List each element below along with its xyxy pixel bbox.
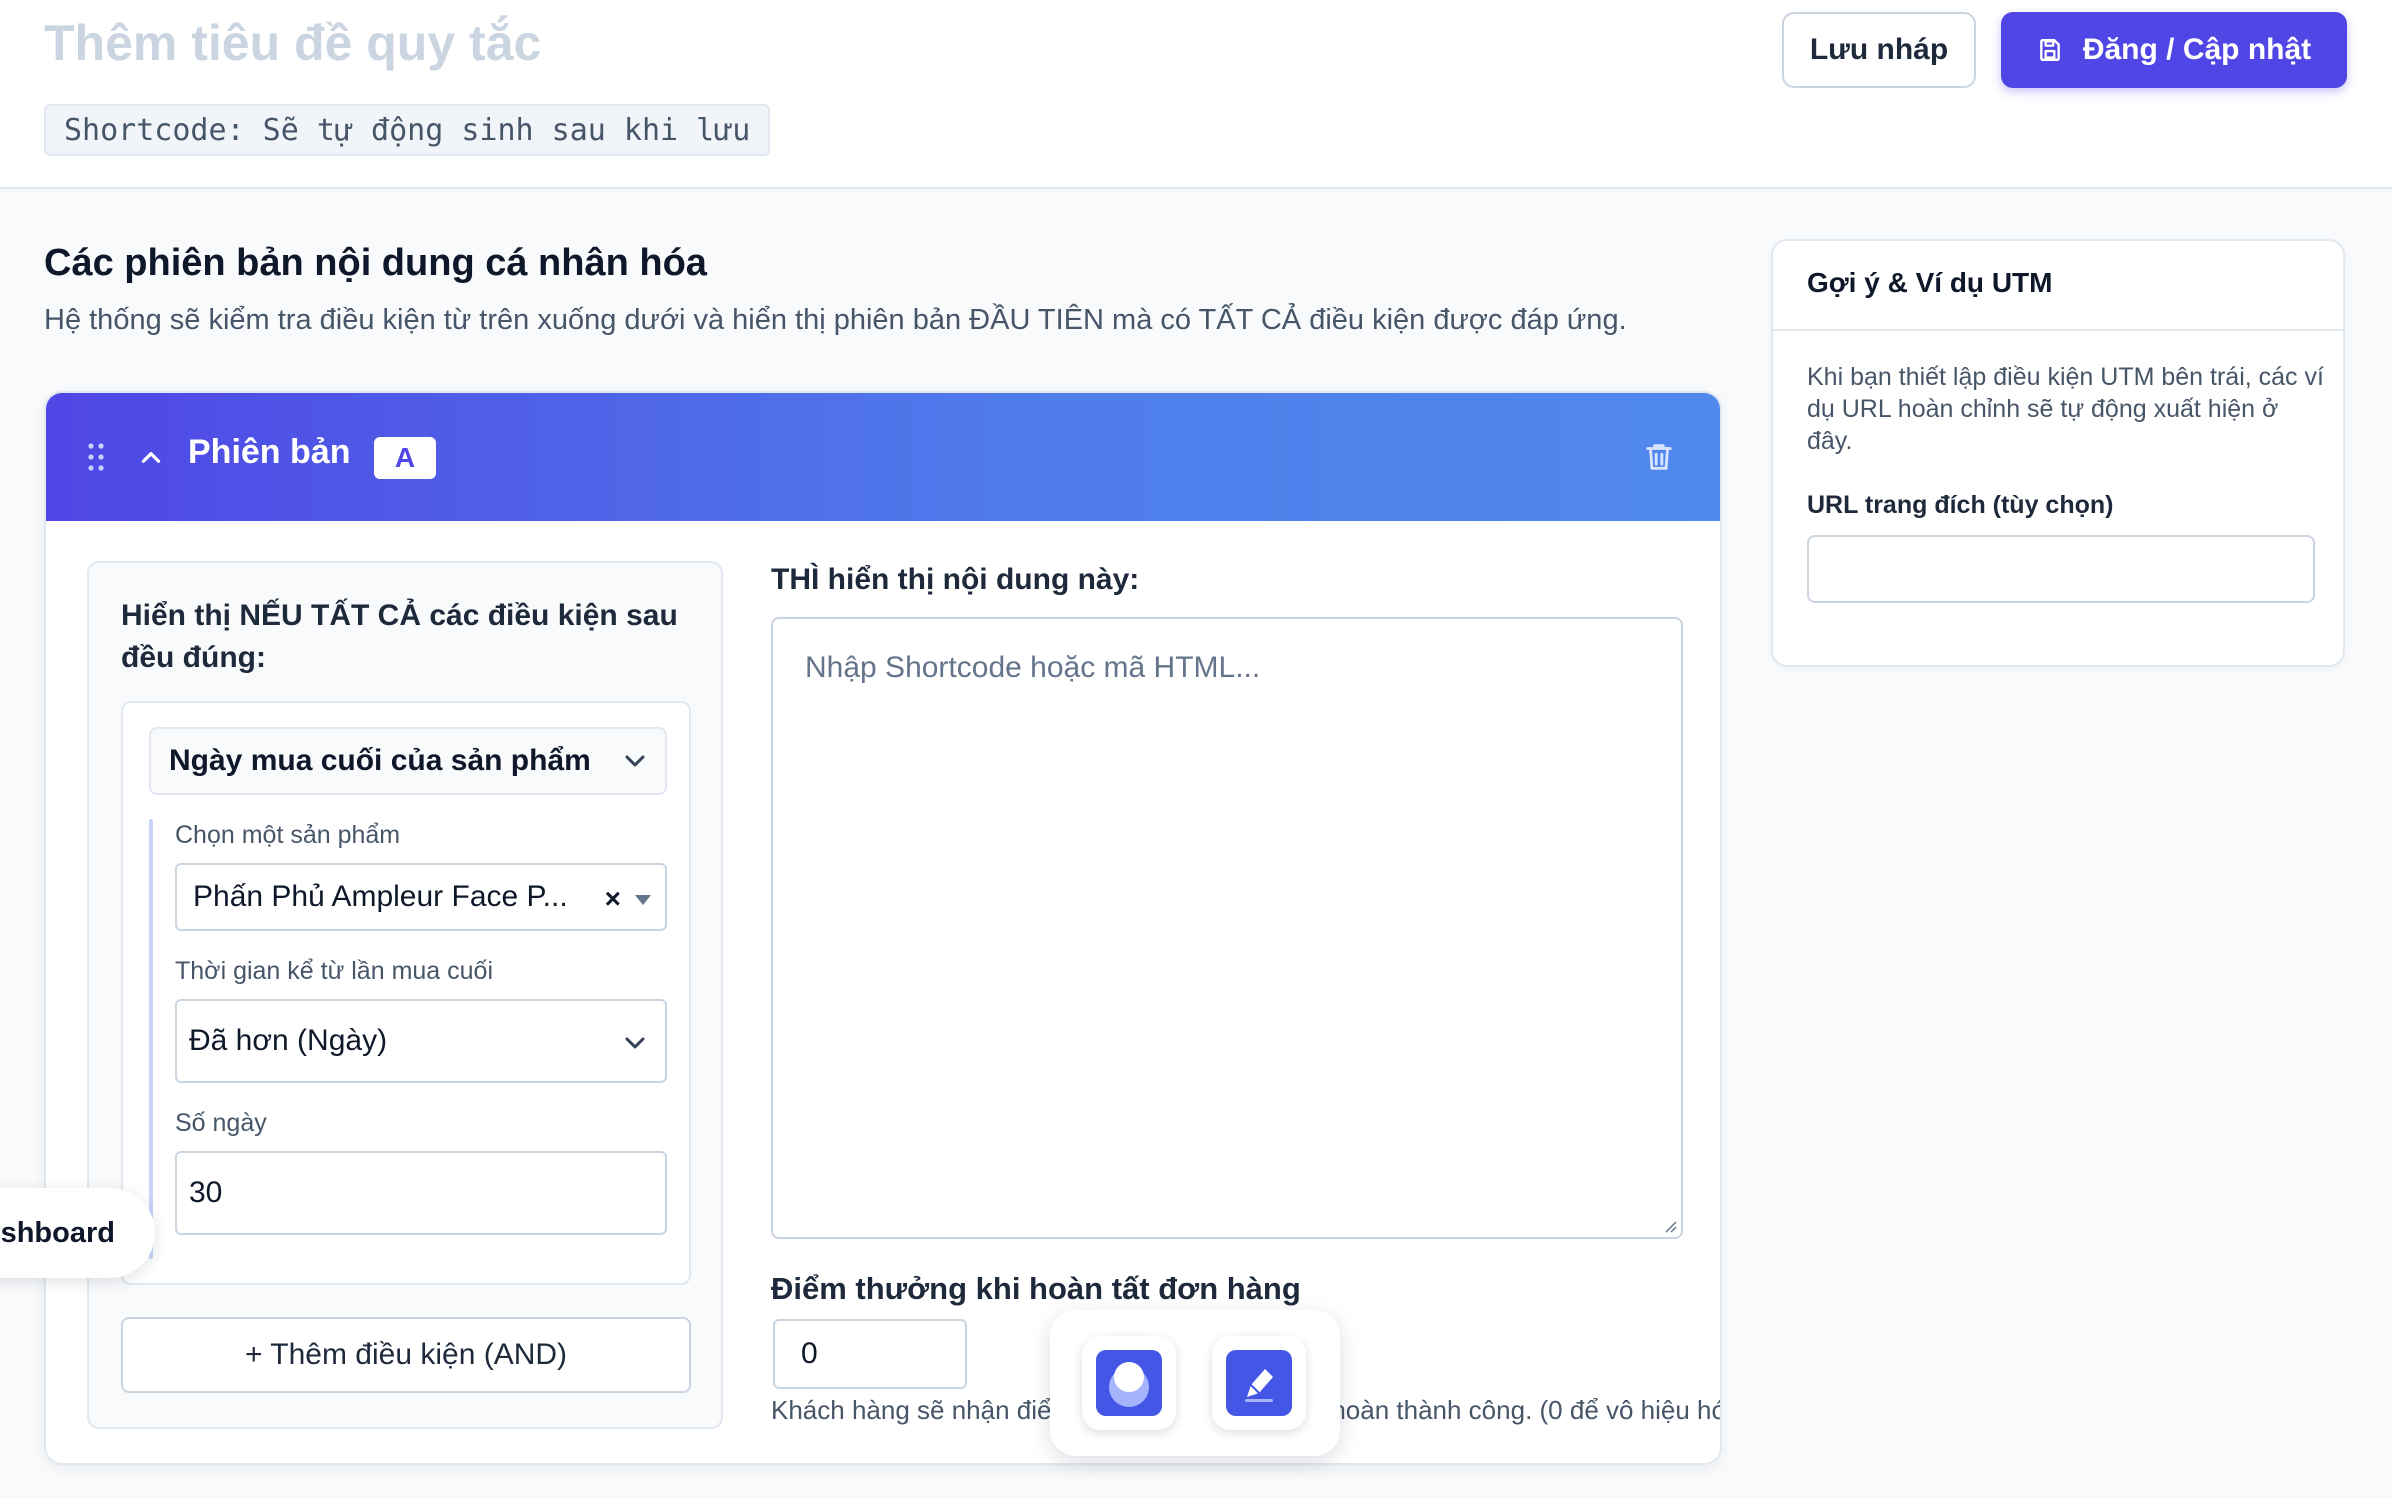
drag-handle-icon[interactable] — [86, 441, 106, 473]
trash-icon[interactable] — [1642, 439, 1676, 475]
product-label: Chọn một sản phẩm — [175, 821, 401, 849]
top-bar: Thêm tiêu đề quy tắc Shortcode: Sẽ tự độ… — [0, 0, 2392, 189]
utm-card: Gợi ý & Ví dụ UTM Khi bạn thiết lập điều… — [1771, 239, 2345, 667]
days-label: Số ngày — [175, 1109, 267, 1137]
condition-type-select[interactable]: Ngày mua cuối của sản phẩm — [149, 727, 667, 795]
edit-app-icon — [1226, 1350, 1292, 1416]
add-condition-button[interactable]: + Thêm điều kiện (AND) — [121, 1317, 691, 1393]
resize-grip-icon[interactable] — [1663, 1219, 1677, 1233]
product-select[interactable]: Phấn Phủ Ampleur Face P... × — [175, 863, 667, 931]
chevron-down-icon — [625, 755, 645, 767]
time-label: Thời gian kể từ lần mua cuối — [175, 957, 494, 985]
points-input[interactable]: 0 — [773, 1319, 967, 1389]
publish-button[interactable]: Đăng / Cập nhật — [2001, 12, 2347, 88]
dock-item-avatar[interactable] — [1082, 1336, 1176, 1430]
content-placeholder: Nhập Shortcode hoặc mã HTML... — [805, 651, 1261, 684]
chevron-down-icon — [625, 1037, 645, 1049]
utm-description: Khi bạn thiết lập điều kiện UTM bên trái… — [1807, 363, 2324, 455]
save-draft-button[interactable]: Lưu nháp — [1782, 12, 1976, 88]
version-card: Phiên bản A Hiển thị NẾU TẤT CẢ các điều… — [44, 391, 1722, 1465]
points-value: 0 — [801, 1337, 818, 1370]
dock-item-edit[interactable] — [1212, 1336, 1306, 1430]
utm-title: Gợi ý & Ví dụ UTM — [1807, 267, 2053, 298]
version-header[interactable]: Phiên bản A — [46, 393, 1720, 521]
section-title: Các phiên bản nội dung cá nhân hóa — [44, 242, 707, 284]
condition-group: Ngày mua cuối của sản phẩm Chọn một sản … — [121, 701, 691, 1285]
days-input[interactable]: 30 — [175, 1151, 667, 1235]
version-badge: A — [374, 437, 436, 479]
app-dock — [1050, 1310, 1340, 1456]
avatar-app-icon — [1096, 1350, 1162, 1416]
clear-icon[interactable]: × — [605, 883, 621, 915]
points-label: Điểm thưởng khi hoàn tất đơn hàng — [771, 1271, 1301, 1306]
content-textarea[interactable]: Nhập Shortcode hoặc mã HTML... — [771, 617, 1683, 1239]
product-value: Phấn Phủ Ampleur Face P... — [193, 880, 568, 913]
shortcode-display: Shortcode: Sẽ tự động sinh sau khi lưu — [44, 104, 771, 156]
conditions-panel: Hiển thị NẾU TẤT CẢ các điều kiện sau đề… — [87, 561, 723, 1429]
dashboard-pill[interactable]: shboard — [0, 1188, 155, 1278]
time-select[interactable]: Đã hơn (Ngày) — [175, 999, 667, 1083]
publish-button-label: Đăng / Cập nhật — [2082, 33, 2312, 66]
landing-url-input[interactable] — [1807, 535, 2315, 603]
rule-title-input[interactable]: Thêm tiêu đề quy tắc — [44, 14, 541, 72]
section-description: Hệ thống sẽ kiểm tra điều kiện từ trên x… — [44, 304, 1627, 336]
utm-card-header: Gợi ý & Ví dụ UTM — [1773, 241, 2343, 331]
landing-url-label: URL trang đích (tùy chọn) — [1807, 491, 2114, 519]
caret-down-icon — [635, 895, 651, 905]
time-value: Đã hơn (Ngày) — [189, 1024, 388, 1057]
version-title: Phiên bản — [188, 433, 351, 471]
conditions-title: Hiển thị NẾU TẤT CẢ các điều kiện sau đề… — [121, 599, 678, 674]
condition-indent-line — [149, 819, 153, 1259]
condition-type-value: Ngày mua cuối của sản phẩm — [169, 744, 591, 777]
days-value: 30 — [189, 1176, 223, 1209]
chevron-up-icon[interactable] — [138, 445, 164, 471]
save-icon — [2039, 39, 2060, 61]
content-label: THÌ hiển thị nội dung này: — [771, 563, 1140, 596]
